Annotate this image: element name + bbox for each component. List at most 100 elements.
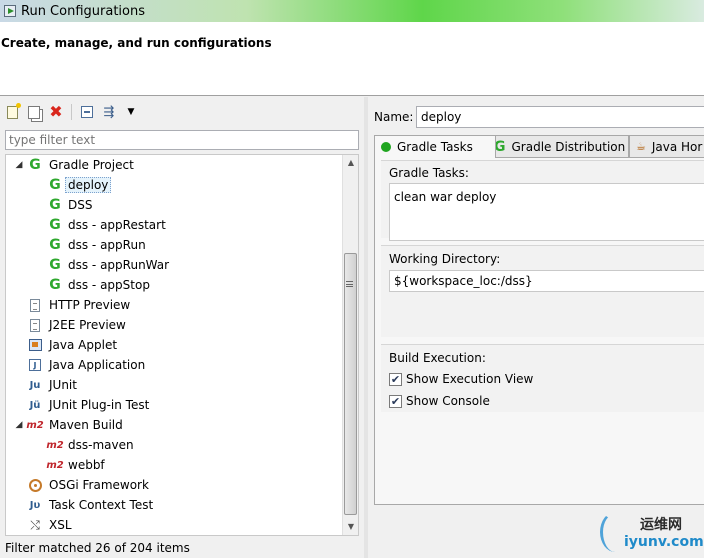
run-app-icon bbox=[4, 5, 16, 17]
gradle-tasks-label: Gradle Tasks: bbox=[389, 166, 469, 180]
tab-gradle-distribution[interactable]: G Gradle Distribution bbox=[487, 135, 629, 157]
scroll-down-icon[interactable]: ▼ bbox=[343, 519, 358, 535]
tab-gradle-tasks[interactable]: Gradle Tasks bbox=[374, 135, 496, 158]
expand-twisty-icon[interactable]: ◢ bbox=[14, 420, 24, 430]
tree-item-label: DSS bbox=[68, 198, 93, 212]
chevron-down-icon: ▼ bbox=[127, 107, 135, 117]
tree-item-label: XSL bbox=[49, 518, 72, 532]
filter-icon: ⇶ bbox=[103, 104, 115, 120]
tab-java-home[interactable]: ☕ Java Hor bbox=[629, 135, 704, 157]
tree-item[interactable]: Gdss - appRestart bbox=[6, 215, 342, 235]
tree-item-label: JUnit bbox=[49, 378, 77, 392]
page-icon bbox=[28, 318, 42, 332]
maven-icon: m2 bbox=[26, 419, 44, 431]
maven-icon: m2 bbox=[46, 439, 64, 451]
java-icon: ☕ bbox=[636, 140, 646, 153]
scroll-up-icon[interactable]: ▲ bbox=[343, 155, 358, 171]
duplicate-configuration-button[interactable] bbox=[25, 103, 43, 121]
page-icon bbox=[28, 298, 42, 312]
xsl-icon: ⤭ bbox=[30, 517, 40, 532]
delete-icon: ✖ bbox=[49, 102, 63, 121]
name-field[interactable] bbox=[416, 106, 704, 128]
tree-scrollbar[interactable]: ▲ ▼ bbox=[342, 155, 358, 535]
tab-label: Gradle Distribution bbox=[511, 139, 626, 154]
title-bar: Run Configurations bbox=[0, 0, 704, 22]
green-dot-icon bbox=[381, 142, 391, 152]
gradle-icon: G bbox=[49, 257, 61, 273]
delete-configuration-button[interactable]: ✖ bbox=[47, 103, 65, 121]
gradle-icon: G bbox=[49, 277, 61, 293]
expand-twisty-icon[interactable]: ◢ bbox=[14, 160, 24, 170]
filter-status: Filter matched 26 of 204 items bbox=[5, 541, 190, 555]
tree-item[interactable]: Jυ Task Context Test bbox=[6, 495, 342, 515]
show-execution-view-label: Show Execution View bbox=[406, 372, 534, 386]
tab-label: Java Hor bbox=[651, 139, 703, 154]
window-title: Run Configurations bbox=[21, 3, 145, 19]
tree-item[interactable]: Gdss - appRunWar bbox=[6, 255, 342, 275]
show-execution-view-checkbox[interactable]: ✔ Show Execution View bbox=[389, 372, 533, 386]
java-app-icon: J bbox=[28, 358, 42, 372]
tree-item[interactable]: Jü JUnit Plug-in Test bbox=[6, 395, 342, 415]
site-watermark: 运维网 iyunv.com bbox=[598, 510, 704, 558]
tree-item[interactable]: J Java Application bbox=[6, 355, 342, 375]
tree-item[interactable]: G DSS bbox=[6, 195, 342, 215]
osgi-icon bbox=[28, 478, 42, 492]
tree-rows: ◢ G Gradle Project Gdeploy G DSS Gdss - appRes… bbox=[6, 155, 342, 535]
tree-item-label: Java Applet bbox=[49, 338, 118, 352]
tree-item-label: dss - appStop bbox=[68, 278, 150, 292]
filter-configurations-button[interactable]: ⇶ bbox=[100, 103, 118, 121]
filter-input[interactable] bbox=[5, 130, 359, 150]
collapse-all-button[interactable] bbox=[78, 103, 96, 121]
tree-item[interactable]: HTTP Preview bbox=[6, 295, 342, 315]
duplicate-icon bbox=[28, 105, 40, 119]
tree-item-label: Task Context Test bbox=[49, 498, 154, 512]
configuration-editor: Name: Gradle Tasks G Gradle Distribution… bbox=[368, 97, 704, 558]
show-console-label: Show Console bbox=[406, 394, 490, 408]
watermark-url: iyunv.com bbox=[624, 534, 704, 550]
gradle-icon: G bbox=[29, 157, 41, 173]
checkbox-checked-icon[interactable]: ✔ bbox=[389, 394, 402, 408]
tree-item[interactable]: Gdeploy bbox=[6, 175, 342, 195]
tree-item[interactable]: ◢ G Gradle Project bbox=[6, 155, 342, 175]
new-config-icon bbox=[6, 102, 21, 119]
tree-item-label: deploy bbox=[65, 177, 112, 193]
tree-item[interactable]: ⤭ XSL bbox=[6, 515, 342, 535]
scrollbar-grip-icon bbox=[346, 281, 353, 287]
tree-item[interactable]: OSGi Framework bbox=[6, 475, 342, 495]
filter-menu-button[interactable]: ▼ bbox=[122, 103, 140, 121]
configuration-tree: ◢ G Gradle Project Gdeploy G DSS Gdss - appRes… bbox=[5, 154, 359, 536]
checkbox-checked-icon[interactable]: ✔ bbox=[389, 372, 402, 386]
junit-plugin-icon: Jü bbox=[29, 399, 41, 411]
junit-icon: Ju bbox=[29, 379, 41, 391]
tree-item-label: HTTP Preview bbox=[49, 298, 131, 312]
banner-heading: Create, manage, and run configurations bbox=[1, 36, 272, 50]
scrollbar-thumb[interactable] bbox=[344, 253, 357, 515]
tree-item[interactable]: Java Applet bbox=[6, 335, 342, 355]
working-directory-group: Working Directory: ${workspace_loc:/dss} bbox=[381, 245, 704, 337]
show-console-checkbox[interactable]: ✔ Show Console bbox=[389, 394, 490, 408]
gradle-icon: G bbox=[49, 197, 61, 213]
tree-item-label: J2EE Preview bbox=[49, 318, 126, 332]
gradle-icon: G bbox=[49, 237, 61, 253]
tree-item[interactable]: Gdss - appRun bbox=[6, 235, 342, 255]
tree-item[interactable]: ◢ m2 Maven Build bbox=[6, 415, 342, 435]
gradle-tasks-panel: Gradle Tasks: clean war deploy Working D… bbox=[374, 157, 704, 505]
tree-item-label: Maven Build bbox=[49, 418, 123, 432]
tree-item-label: Java Application bbox=[49, 358, 146, 372]
build-execution-label: Build Execution: bbox=[389, 351, 486, 365]
watermark-brand: 运维网 bbox=[640, 517, 682, 533]
tree-item-label: webbf bbox=[68, 458, 105, 472]
new-configuration-button[interactable] bbox=[3, 102, 21, 121]
working-directory-field[interactable]: ${workspace_loc:/dss} bbox=[389, 270, 704, 292]
tree-item-label: dss-maven bbox=[68, 438, 134, 452]
applet-icon bbox=[28, 338, 42, 352]
task-context-icon: Jυ bbox=[29, 499, 41, 511]
tree-item[interactable]: m2 webbf bbox=[6, 455, 342, 475]
tree-item[interactable]: m2 dss-maven bbox=[6, 435, 342, 455]
gradle-tasks-field[interactable]: clean war deploy bbox=[389, 183, 704, 241]
gradle-tasks-group: Gradle Tasks: clean war deploy bbox=[381, 160, 704, 241]
tree-item[interactable]: J2EE Preview bbox=[6, 315, 342, 335]
header-banner: Create, manage, and run configurations bbox=[0, 22, 704, 96]
tree-item[interactable]: Ju JUnit bbox=[6, 375, 342, 395]
tree-item[interactable]: Gdss - appStop bbox=[6, 275, 342, 295]
